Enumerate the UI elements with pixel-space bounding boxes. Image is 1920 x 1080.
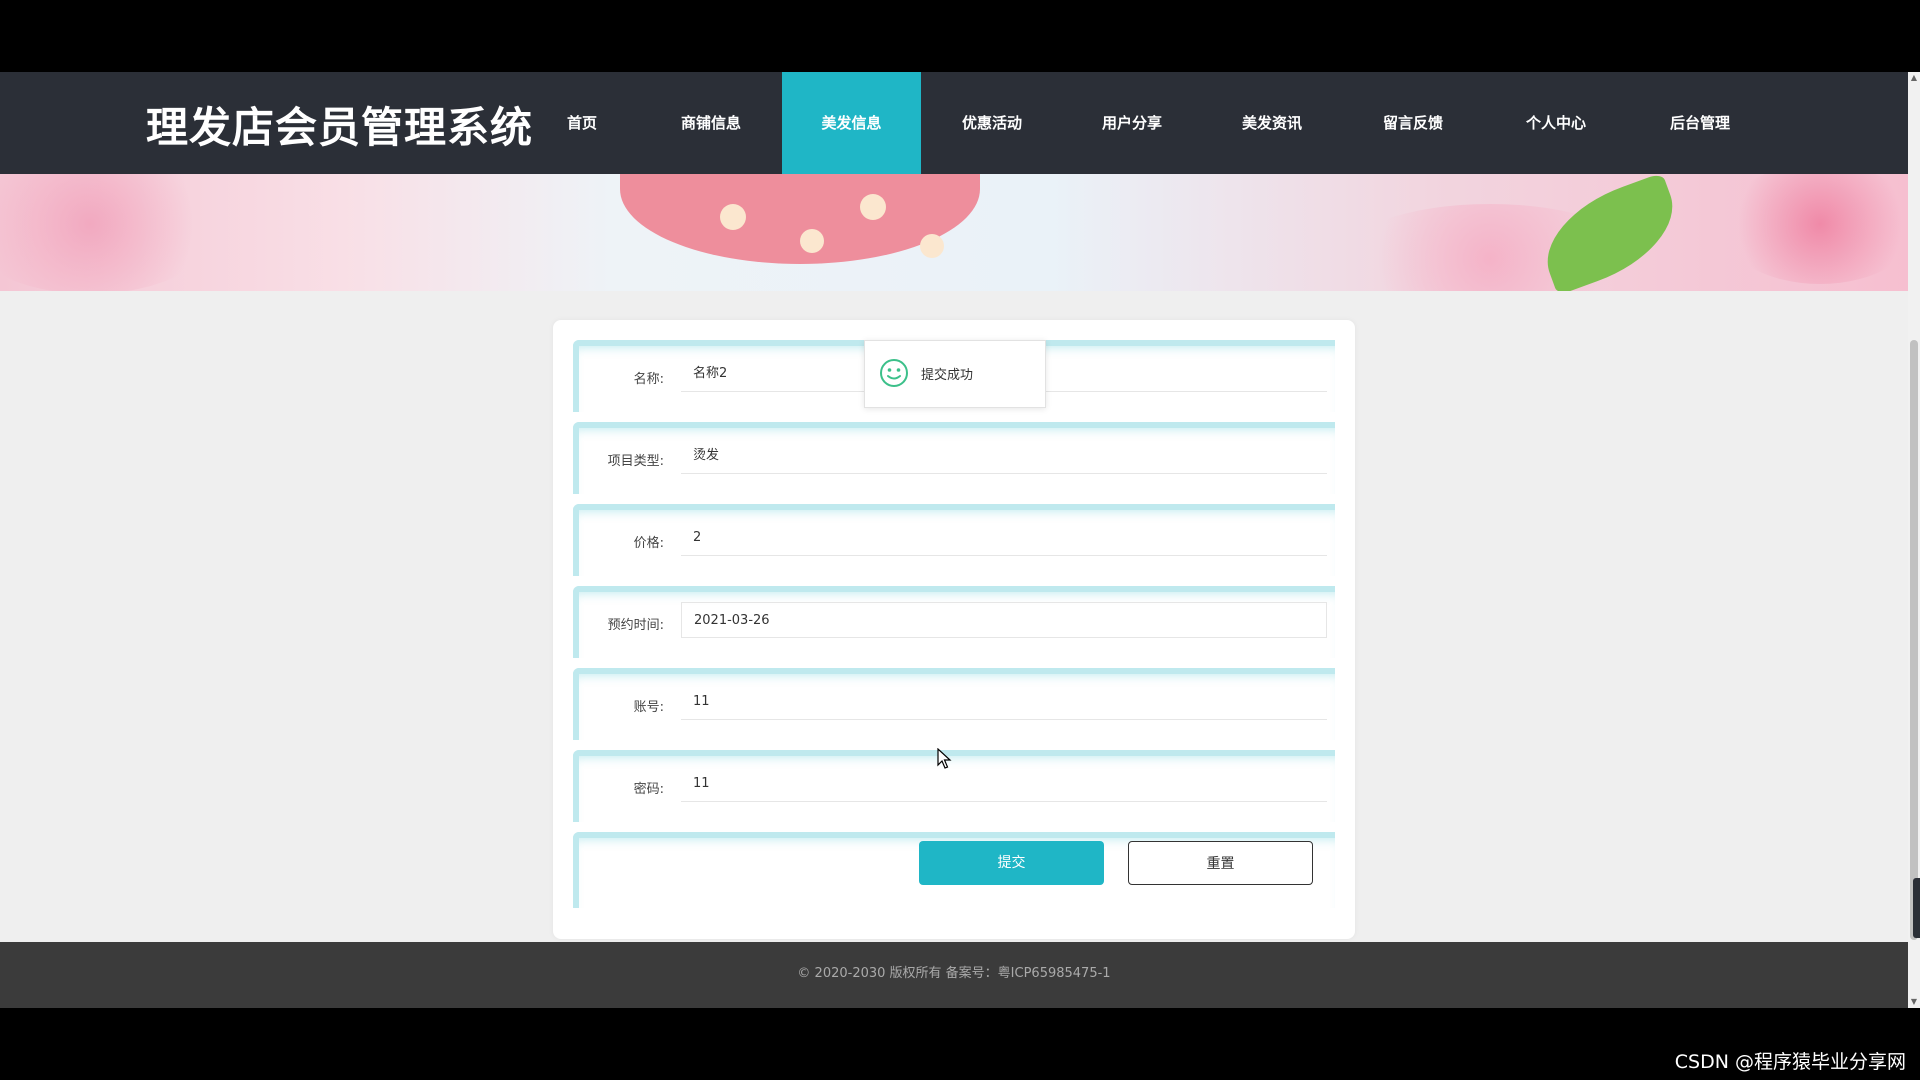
price-field[interactable]: 2 (681, 520, 1327, 556)
nav-feedback[interactable]: 留言反馈 (1363, 72, 1463, 174)
scroll-thumb[interactable] (1910, 340, 1918, 940)
umbrella-dot (860, 194, 886, 220)
top-navbar: 理发店会员管理系统 首页 商铺信息 美发信息 优惠活动 用户分享 美发资讯 留言… (0, 72, 1908, 174)
copyright-text: © 2020-2030 版权所有 备案号：粤ICP65985475-1 (797, 966, 1111, 981)
blossom-left (0, 174, 220, 291)
account-field[interactable]: 11 (681, 684, 1327, 720)
side-panel-handle[interactable] (1913, 878, 1920, 938)
banner-image (0, 174, 1908, 291)
scroll-down-arrow-icon[interactable]: ▼ (1908, 996, 1920, 1008)
umbrella-dot (800, 229, 824, 253)
appointment-label: 预约时间: (607, 618, 664, 633)
nav-home[interactable]: 首页 (546, 72, 618, 174)
password-label: 密码: (633, 782, 664, 797)
scroll-up-arrow-icon[interactable]: ▲ (1908, 72, 1920, 84)
price-label: 价格: (633, 536, 664, 551)
form-row-type: 项目类型: 烫发 (573, 422, 1335, 494)
form-row-price: 价格: 2 (573, 504, 1335, 576)
form-row-password: 密码: 11 (573, 750, 1335, 822)
form-row-account: 账号: 11 (573, 668, 1335, 740)
type-label: 项目类型: (607, 454, 664, 469)
umbrella-dot (920, 234, 944, 258)
form-row-appointment: 预约时间: 2021-03-26 (573, 586, 1335, 658)
nav-user-share[interactable]: 用户分享 (1082, 72, 1182, 174)
password-field[interactable]: 11 (681, 766, 1327, 802)
nav-hair-info[interactable]: 美发信息 (782, 72, 921, 174)
site-title: 理发店会员管理系统 (146, 103, 534, 152)
type-field[interactable]: 烫发 (681, 438, 1327, 474)
account-label: 账号: (633, 700, 664, 715)
vertical-scrollbar[interactable]: ▲ ▼ (1908, 72, 1920, 1008)
mouse-cursor-icon (937, 748, 952, 769)
umbrella-dot (720, 204, 746, 230)
csdn-watermark: CSDN @程序猿毕业分享网 (1674, 1051, 1906, 1073)
reset-button[interactable]: 重置 (1128, 841, 1313, 885)
name-label: 名称: (633, 372, 664, 387)
nav-profile[interactable]: 个人中心 (1506, 72, 1606, 174)
smile-icon (880, 359, 908, 387)
nav-hair-news[interactable]: 美发资讯 (1222, 72, 1322, 174)
nav-shop-info[interactable]: 商铺信息 (661, 72, 761, 174)
nav-promotions[interactable]: 优惠活动 (942, 72, 1042, 174)
submit-button[interactable]: 提交 (919, 841, 1104, 885)
nav-admin[interactable]: 后台管理 (1650, 72, 1750, 174)
success-toast: 提交成功 (864, 340, 1046, 408)
footer: © 2020-2030 版权所有 备案号：粤ICP65985475-1 (0, 942, 1908, 1008)
flower (1720, 174, 1908, 284)
toast-message: 提交成功 (921, 368, 974, 383)
browser-viewport: 理发店会员管理系统 首页 商铺信息 美发信息 优惠活动 用户分享 美发资讯 留言… (0, 72, 1920, 1008)
appointment-date-field[interactable]: 2021-03-26 (681, 602, 1327, 638)
form-card: 名称: 名称2 项目类型: 烫发 价格: 2 预约时间: 2021-03-26 … (553, 320, 1355, 939)
